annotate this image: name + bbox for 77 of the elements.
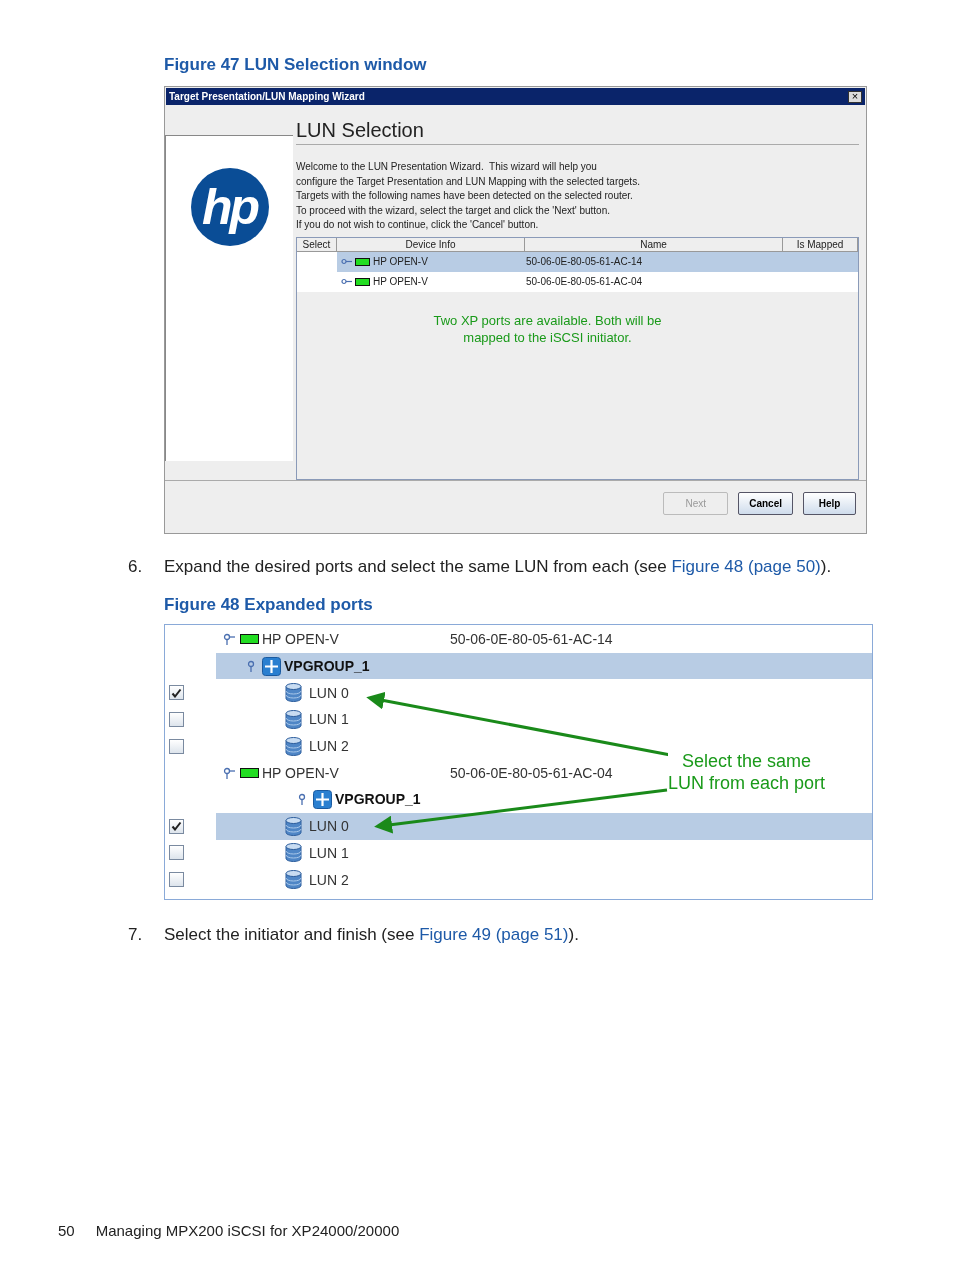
device-name: HP OPEN-V — [373, 256, 428, 267]
intro-text: To proceed with the wizard, select the target and click the 'Next' button. — [296, 203, 611, 218]
figure-link[interactable]: Figure 49 (page 51) — [419, 925, 569, 944]
group-label: VPGROUP_1 — [335, 791, 421, 808]
intro-text: Targets with the following names have been detected on the selected router. — [296, 189, 634, 203]
window-title: Target Presentation/LUN Mapping Wizard — [169, 91, 365, 102]
port-label: HP OPEN-V — [262, 764, 340, 781]
figure-caption: Figure 48 Expanded ports — [164, 595, 374, 616]
tree-row[interactable]: LUN 2 — [216, 866, 349, 893]
tree-row[interactable]: LUN 1 — [216, 839, 349, 867]
port-address: 50-06-0E-80-05-61-AC-04 — [450, 764, 613, 781]
port-card-icon — [240, 634, 259, 645]
callout-text: LUN from each port — [668, 772, 826, 794]
port-card-icon — [240, 767, 259, 778]
checkbox[interactable] — [169, 685, 184, 701]
pin-icon — [223, 765, 235, 780]
tree-row[interactable]: HP OPEN-V 50-06-0E-80-05-61-AC-14 — [216, 626, 613, 653]
info-message: mapped to the iSCSI initiator. — [462, 328, 633, 346]
lun-label: LUN 2 — [309, 738, 349, 755]
figure-link[interactable]: Figure 48 (page 50) — [671, 557, 821, 576]
lun-label: LUN 1 — [309, 711, 349, 728]
tree-row[interactable]: HP OPEN-V 50-06-0E-80-05-61-AC-04 — [216, 759, 613, 787]
step-text: 7. Select the initiator and finish (see Figure 49 (page 51)). — [128, 925, 580, 945]
pin-icon — [298, 792, 308, 807]
tree-row[interactable]: VPGROUP_1 — [216, 652, 872, 680]
step-text: 6. Expand the desired ports and select the same LUN from each (see Figure 48 (page 50)). — [128, 557, 833, 577]
group-icon — [262, 656, 281, 676]
lun-label: LUN 1 — [309, 844, 349, 861]
group-label: VPGROUP_1 — [284, 658, 370, 675]
close-button[interactable]: × — [848, 90, 862, 103]
group-icon — [313, 789, 332, 809]
target-name: 50-06-0E-80-05-61-AC-04 — [525, 276, 644, 287]
wizard-button[interactable]: Cancel — [738, 492, 793, 515]
column-header[interactable]: Select — [297, 237, 337, 252]
database-icon — [285, 683, 302, 703]
lun-label: LUN 2 — [309, 871, 349, 888]
port-address: 50-06-0E-80-05-61-AC-14 — [450, 631, 613, 648]
port-label: HP OPEN-V — [262, 631, 340, 648]
database-icon — [285, 736, 302, 756]
intro-text: If you do not wish to continue, click the 'Cancel' button. — [296, 218, 540, 232]
callout-text: Select the same — [681, 750, 813, 772]
footer-title: Managing MPX200 iSCSI for XP24000/20000 — [95, 1222, 400, 1239]
target-row[interactable]: HP OPEN-V 50-06-0E-80-05-61-AC-14 — [337, 251, 858, 272]
column-header[interactable]: Device Info — [337, 237, 525, 252]
database-icon — [285, 816, 302, 836]
figure-caption: Figure 47 LUN Selection window — [164, 55, 428, 76]
checkbox[interactable] — [169, 818, 184, 834]
database-icon — [285, 870, 302, 890]
checkbox[interactable] — [169, 872, 184, 888]
logo: hp — [190, 168, 269, 246]
target-name: 50-06-0E-80-05-61-AC-14 — [525, 256, 644, 267]
lun-label: LUN 0 — [309, 818, 349, 835]
key-icon — [341, 278, 352, 285]
wizard-button[interactable]: Help — [803, 492, 856, 515]
intro-text: configure the Target Presentation and LUN Mapping with the selected targets. — [296, 174, 641, 189]
tree-row[interactable]: VPGROUP_1 — [165, 786, 421, 813]
database-icon — [285, 709, 302, 729]
info-message: Two XP ports are available. Both will be — [432, 311, 663, 329]
tree-row[interactable]: LUN 2 — [216, 732, 349, 760]
intro-text: Welcome to the LUN Presentation Wizard. This wizard will help you — [296, 160, 598, 174]
pin-icon — [223, 632, 235, 647]
lun-label: LUN 0 — [309, 684, 349, 701]
tree-row[interactable]: LUN 1 — [216, 706, 349, 733]
database-icon — [285, 843, 302, 863]
port-card-icon — [355, 277, 370, 286]
wizard-heading: LUN Selection — [296, 119, 859, 145]
page-number: 50 — [58, 1222, 75, 1239]
tree-row[interactable]: LUN 0 — [216, 679, 349, 707]
checkbox[interactable] — [169, 711, 184, 727]
column-header[interactable]: Name — [525, 237, 783, 252]
device-name: HP OPEN-V — [373, 276, 428, 287]
checkbox[interactable] — [169, 845, 184, 861]
checkbox[interactable] — [169, 738, 184, 754]
port-card-icon — [355, 257, 370, 266]
pin-icon — [247, 659, 257, 674]
column-header[interactable]: Is Mapped — [783, 237, 858, 252]
key-icon — [341, 258, 352, 265]
